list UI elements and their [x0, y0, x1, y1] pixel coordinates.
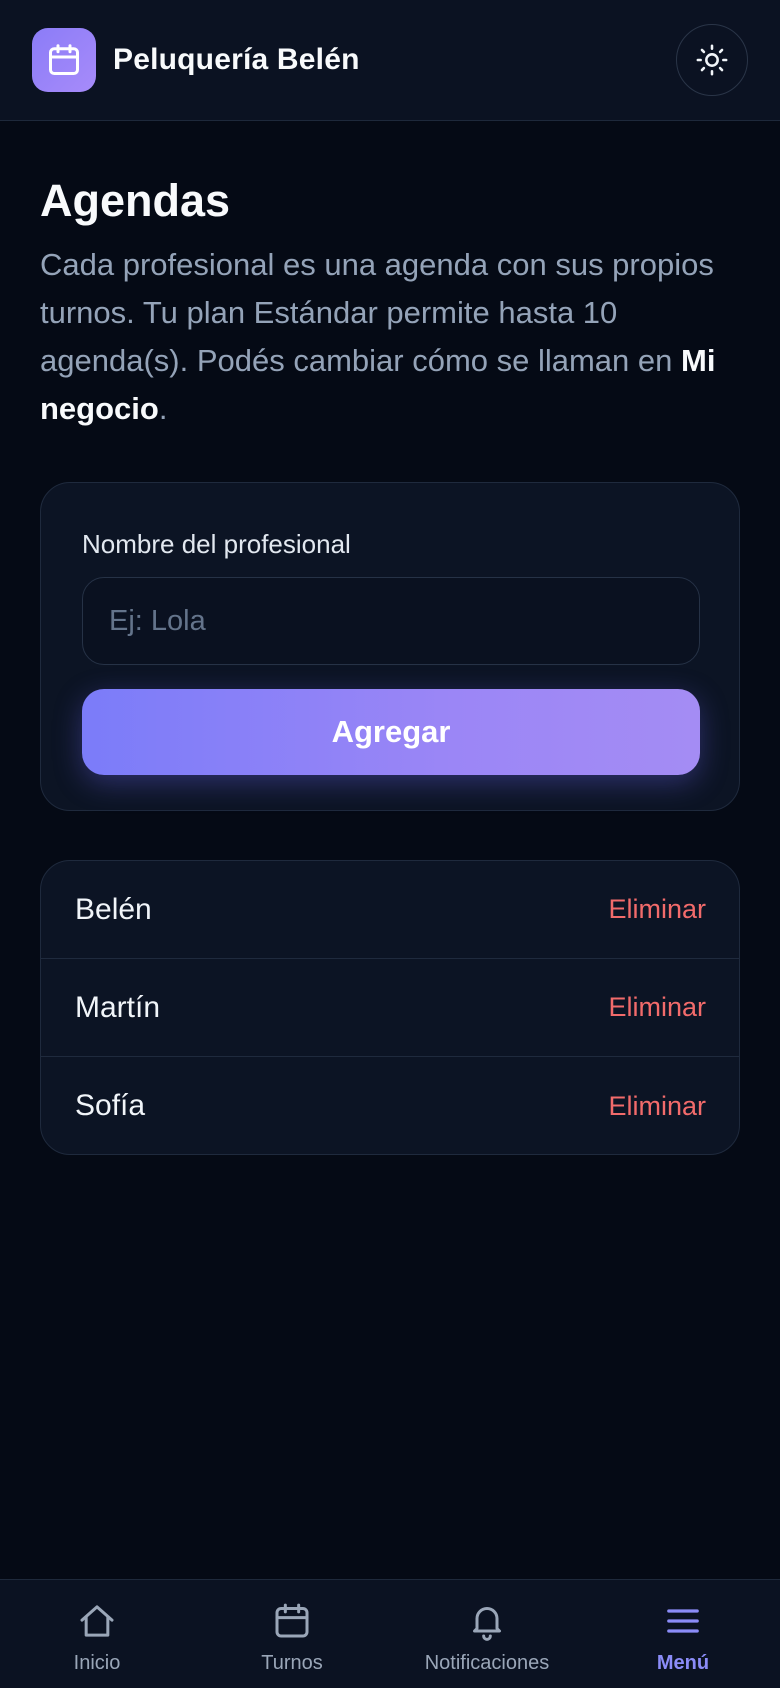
- description-end: .: [158, 391, 168, 426]
- description-text: Cada profesional es una agenda con sus p…: [40, 247, 714, 378]
- calendar-icon: [49, 44, 79, 75]
- app-logo: [32, 28, 96, 92]
- calendar-icon: [275, 1603, 309, 1638]
- nav-label: Inicio: [73, 1652, 121, 1674]
- delete-agenda-button[interactable]: Eliminar: [608, 992, 706, 1023]
- add-button[interactable]: Agregar: [82, 689, 700, 775]
- delete-agenda-button[interactable]: Eliminar: [608, 894, 706, 925]
- agenda-row: Sofía Eliminar: [41, 1057, 739, 1154]
- nav-label: Notificaciones: [424, 1652, 550, 1674]
- business-name: Peluquería Belén: [113, 43, 360, 76]
- nav-item-turnos[interactable]: Turnos: [197, 1580, 387, 1688]
- page-description: Cada profesional es una agenda con sus p…: [40, 241, 740, 433]
- nav-item-menu[interactable]: Menú: [588, 1580, 778, 1688]
- bottom-nav: Inicio Turnos Notificaciones Menú: [0, 1579, 780, 1688]
- agenda-name: Martín: [75, 990, 161, 1024]
- professional-name-input[interactable]: [82, 577, 700, 665]
- menu-icon: [667, 1609, 699, 1633]
- agenda-list: Belén Eliminar Martín Eliminar Sofía Eli…: [40, 860, 740, 1155]
- bell-icon: [473, 1607, 501, 1641]
- agenda-row: Martín Eliminar: [41, 959, 739, 1057]
- nav-label: Menú: [656, 1652, 710, 1674]
- professional-name-label: Nombre del profesional: [82, 529, 351, 559]
- top-bar: Peluquería Belén: [0, 0, 780, 121]
- home-icon: [80, 1605, 114, 1637]
- nav-item-inicio[interactable]: Inicio: [2, 1580, 192, 1688]
- main-content: Agendas Cada profesional es una agenda c…: [40, 121, 740, 1155]
- nav-item-notificaciones[interactable]: Notificaciones: [392, 1580, 582, 1688]
- theme-toggle-button[interactable]: [676, 24, 748, 96]
- agenda-name: Belén: [75, 892, 152, 926]
- delete-agenda-button[interactable]: Eliminar: [608, 1091, 706, 1122]
- agenda-name: Sofía: [75, 1089, 146, 1122]
- agenda-row: Belén Eliminar: [41, 861, 739, 959]
- sun-icon: [696, 44, 728, 76]
- page-title: Agendas: [40, 175, 231, 226]
- add-agenda-form: Nombre del profesional Agregar: [40, 482, 740, 811]
- app: Peluquería Belén Agendas Cada profesiona…: [0, 0, 780, 1688]
- nav-label: Turnos: [261, 1652, 323, 1674]
